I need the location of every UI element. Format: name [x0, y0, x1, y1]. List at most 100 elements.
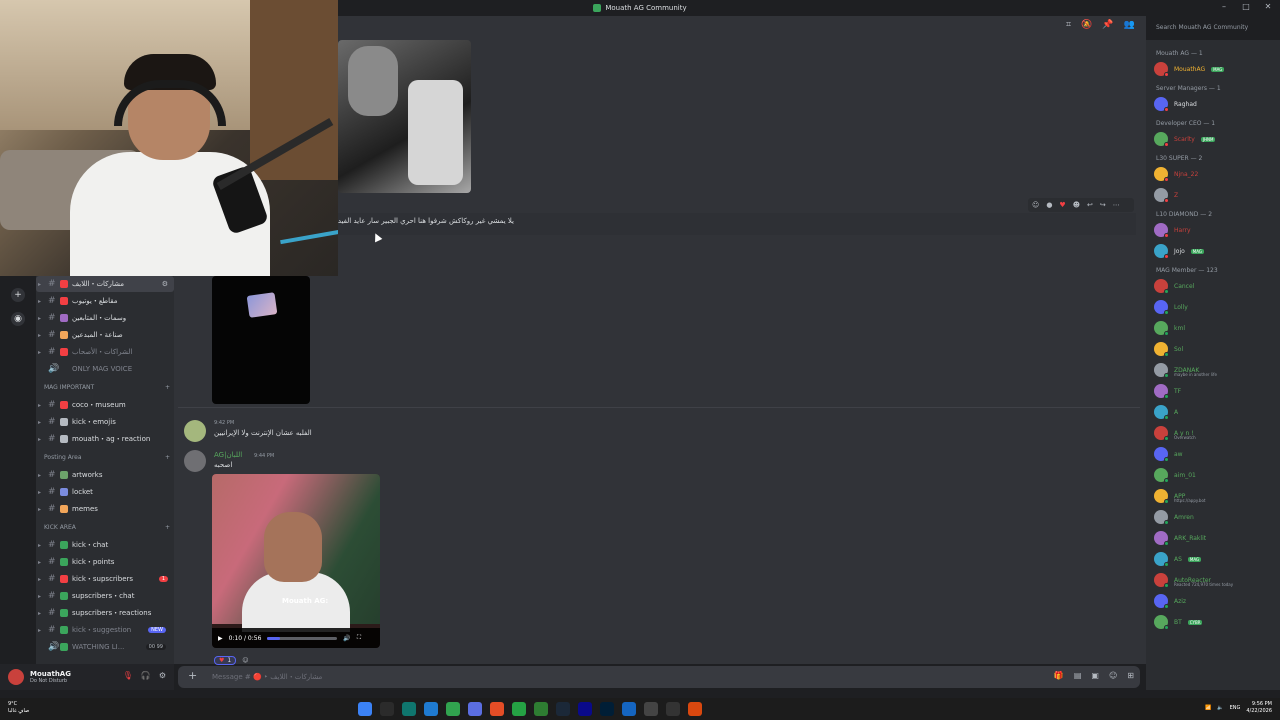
- channel-item[interactable]: ▸ # kick・chat: [36, 537, 174, 553]
- edge-icon[interactable]: [402, 702, 416, 716]
- fullscreen-icon[interactable]: ⛶: [357, 634, 361, 642]
- member-item[interactable]: Scarlty JHNM: [1154, 130, 1278, 148]
- member-item[interactable]: Jojo MAG: [1154, 242, 1278, 260]
- member-item[interactable]: APP https://appy.bot: [1154, 487, 1278, 505]
- message-username[interactable]: AG|اللبان: [214, 451, 242, 459]
- channel-category[interactable]: KICK AREA +: [44, 524, 170, 536]
- channel-settings-icon[interactable]: ⚙: [162, 280, 168, 288]
- search-input[interactable]: Search Mouath AG Community: [1150, 21, 1278, 35]
- gif-icon[interactable]: ▤: [1074, 671, 1082, 680]
- volume-icon[interactable]: 🔈: [1217, 705, 1223, 711]
- gear-icon[interactable]: ⚙: [159, 671, 166, 680]
- channel-item[interactable]: ▸ # kick・supscribers 1: [36, 571, 174, 587]
- wifi-icon[interactable]: 📶: [1205, 705, 1211, 711]
- steam-icon[interactable]: [556, 702, 570, 716]
- member-item[interactable]: BT CYBR: [1154, 613, 1278, 631]
- notification-bell-icon[interactable]: 🔕: [1081, 20, 1092, 30]
- mic-muted-icon[interactable]: 🎙: [123, 671, 133, 680]
- xbox-icon[interactable]: [534, 702, 548, 716]
- search-icon[interactable]: [380, 702, 394, 716]
- user-avatar[interactable]: [8, 669, 24, 685]
- poop-icon[interactable]: ●: [1046, 201, 1052, 209]
- more-icon[interactable]: ⋯: [1113, 201, 1120, 209]
- store-icon[interactable]: [424, 702, 438, 716]
- chrome-icon[interactable]: [446, 702, 460, 716]
- channel-category[interactable]: Posting Area +: [44, 454, 170, 466]
- member-item[interactable]: aim_01: [1154, 466, 1278, 484]
- heart-icon[interactable]: ♥: [1059, 201, 1065, 209]
- member-item[interactable]: Raghad: [1154, 95, 1278, 113]
- maximize-button[interactable]: □: [1240, 2, 1252, 11]
- add-attachment-icon[interactable]: +: [188, 669, 197, 682]
- member-item[interactable]: Sol: [1154, 340, 1278, 358]
- discover-icon[interactable]: ◉: [11, 312, 25, 326]
- threads-icon[interactable]: ⌗: [1066, 20, 1071, 30]
- attachment-image-dark[interactable]: [212, 276, 310, 404]
- channel-item[interactable]: ▸ # مقاطع・يوتيوب: [36, 293, 174, 309]
- video-player[interactable]: Mouath AG: ▶ 0:10 / 0:56 🔊 ⛶: [212, 474, 380, 648]
- channel-item[interactable]: ▸ # وسمات・المتابعين: [36, 310, 174, 326]
- channel-item[interactable]: ▸ # kick・emojis: [36, 414, 174, 430]
- channel-item[interactable]: ▸ # الشراكات・الأصحاب: [36, 344, 174, 360]
- apps-icon[interactable]: ⊞: [1127, 671, 1134, 680]
- weather-widget[interactable]: 9°C صافٍ غالبا: [8, 701, 29, 715]
- add-channel-icon[interactable]: +: [165, 524, 170, 536]
- channel-item[interactable]: ▸ # coco・museum: [36, 397, 174, 413]
- channel-item[interactable]: ▸ # artworks: [36, 467, 174, 483]
- start-icon[interactable]: [358, 702, 372, 716]
- member-item[interactable]: aw: [1154, 445, 1278, 463]
- channel-item[interactable]: ▸ # kick・suggestion NEW: [36, 622, 174, 638]
- minimize-button[interactable]: –: [1218, 2, 1230, 11]
- member-item[interactable]: ARK_Raklit: [1154, 529, 1278, 547]
- member-item[interactable]: ZDANAK maybe in another life: [1154, 361, 1278, 379]
- channel-item[interactable]: ▸ # locket: [36, 484, 174, 500]
- channel-item[interactable]: ▸ # mouath・ag・reaction: [36, 431, 174, 447]
- attachment-image[interactable]: [338, 40, 471, 193]
- member-item[interactable]: Harry: [1154, 221, 1278, 239]
- member-item[interactable]: AutoReacter Reacted 724,970 times today: [1154, 571, 1278, 589]
- member-item[interactable]: MouathAG MAG: [1154, 60, 1278, 78]
- message-hovered[interactable]: يلا يمشي غير روكاكش شرفوا هنا احري الجبي…: [310, 213, 1136, 235]
- channel-category[interactable]: MAG IMPORTANT +: [44, 384, 170, 396]
- channel-item[interactable]: ▸ # supscribers・reactions: [36, 605, 174, 621]
- headphones-icon[interactable]: 🎧: [141, 671, 151, 680]
- add-reaction-icon[interactable]: ☻: [1073, 201, 1080, 209]
- whatsapp-icon[interactable]: [512, 702, 526, 716]
- member-item[interactable]: AS MAG: [1154, 550, 1278, 568]
- member-item[interactable]: Z: [1154, 186, 1278, 204]
- play-icon[interactable]: ▶: [218, 635, 223, 642]
- add-server-icon[interactable]: +: [11, 288, 25, 302]
- channel-item[interactable]: ▸ # kick・points: [36, 554, 174, 570]
- member-item[interactable]: Njna_22: [1154, 165, 1278, 183]
- member-item[interactable]: Cancel: [1154, 277, 1278, 295]
- outlook-icon[interactable]: [622, 702, 636, 716]
- add-reaction-icon[interactable]: ☺: [242, 657, 248, 664]
- close-button[interactable]: ✕: [1262, 2, 1274, 11]
- react-icon[interactable]: ☺: [1032, 201, 1039, 209]
- add-channel-icon[interactable]: +: [165, 384, 170, 396]
- app-icon[interactable]: [666, 702, 680, 716]
- reply-icon[interactable]: ↩: [1087, 201, 1093, 209]
- add-channel-icon[interactable]: +: [165, 454, 170, 466]
- member-item[interactable]: Amren: [1154, 508, 1278, 526]
- members-icon[interactable]: 👥: [1124, 20, 1135, 30]
- language-indicator[interactable]: ENG: [1230, 705, 1241, 711]
- message-composer[interactable]: + Message # 🔴 ‣ مشاركات・اللايف 🎁 ▤ ▣ ☺ ⊞: [178, 666, 1140, 688]
- channel-item[interactable]: ▸ # صناعة・المبدعين: [36, 327, 174, 343]
- chrome-icon[interactable]: [688, 702, 702, 716]
- member-item[interactable]: kml: [1154, 319, 1278, 337]
- clock[interactable]: 9:56 PM 4/22/2026: [1246, 701, 1272, 715]
- avatar[interactable]: [184, 450, 206, 472]
- pin-icon[interactable]: 📌: [1102, 20, 1113, 30]
- forward-icon[interactable]: ↪: [1100, 201, 1106, 209]
- volume-icon[interactable]: 🔊: [343, 635, 350, 642]
- channel-item[interactable]: ▸ # memes: [36, 501, 174, 517]
- channel-item[interactable]: 🔊 WATCHING LI... 00 99: [36, 639, 174, 655]
- reaction-chip[interactable]: ♥ 1: [214, 655, 237, 665]
- gift-icon[interactable]: 🎁: [1054, 671, 1064, 680]
- video-progress-bar[interactable]: [267, 636, 338, 640]
- member-item[interactable]: Aziz: [1154, 592, 1278, 610]
- sticker-icon[interactable]: ▣: [1091, 671, 1099, 680]
- channel-item[interactable]: ▸ # supscribers・chat: [36, 588, 174, 604]
- photoshop-icon[interactable]: [600, 702, 614, 716]
